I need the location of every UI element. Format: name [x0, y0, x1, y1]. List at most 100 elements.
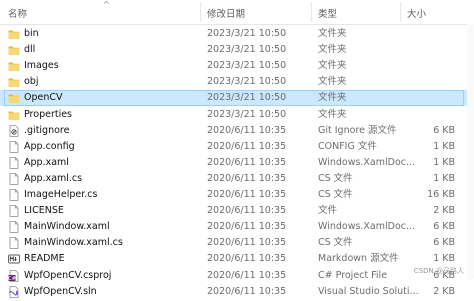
column-header-name[interactable]: 名称 — [8, 6, 27, 20]
document-file-icon — [8, 172, 20, 185]
file-row[interactable]: bin 2023/3/21 10:50 文件夹 — [0, 26, 474, 42]
file-row[interactable]: LICENSE 2020/6/11 10:35 文件 2 KB — [0, 203, 474, 219]
column-divider[interactable] — [311, 2, 312, 22]
file-name: App.config — [24, 140, 75, 152]
gitignore-file-icon — [8, 124, 20, 137]
file-type: 文件夹 — [318, 76, 347, 88]
file-type: 文件夹 — [318, 92, 347, 104]
document-file-icon — [8, 140, 20, 153]
folder-icon — [8, 92, 20, 104]
modified-date: 2023/3/21 10:50 — [207, 92, 287, 104]
column-header-type[interactable]: 类型 — [318, 6, 337, 20]
document-file-icon — [8, 221, 20, 234]
file-name: obj — [24, 76, 39, 88]
csproj-file-icon: C# — [8, 269, 20, 282]
file-size: 2 KB — [433, 205, 455, 217]
file-type: 文件夹 — [318, 60, 347, 72]
file-type: Windows.XamlDoc... — [318, 221, 416, 233]
file-row[interactable]: OpenCV 2023/3/21 10:50 文件夹 — [0, 90, 474, 107]
modified-date: 2020/6/11 10:35 — [207, 172, 287, 184]
file-name: bin — [24, 28, 39, 39]
markdown-file-icon — [8, 253, 20, 265]
file-row[interactable]: App.xaml 2020/6/11 10:35 Windows.XamlDoc..… — [0, 155, 474, 171]
file-row[interactable]: WpfOpenCV.sln 2020/6/11 10:35 Visual Studi… — [0, 284, 474, 300]
file-type: Visual Studio Soluti... — [318, 285, 419, 297]
file-row[interactable]: ImageHelper.cs 2020/6/11 10:35 CS 文件 16 KB — [0, 187, 474, 203]
folder-icon — [8, 76, 20, 88]
file-size: 1 KB — [433, 253, 455, 265]
modified-date: 2020/6/11 10:35 — [207, 205, 287, 217]
file-name: WpfOpenCV.csproj — [24, 269, 112, 281]
file-type: CS 文件 — [318, 237, 353, 249]
file-name: OpenCV — [24, 92, 63, 104]
folder-icon — [8, 60, 20, 72]
file-name: App.xaml — [24, 156, 69, 168]
file-row[interactable]: dll 2023/3/21 10:50 文件夹 — [0, 42, 474, 58]
file-name: .gitignore — [24, 124, 70, 136]
modified-date: 2020/6/11 10:35 — [207, 237, 287, 249]
file-size: 2 KB — [433, 285, 455, 297]
modified-date: 2020/6/11 10:35 — [207, 269, 287, 281]
column-header-size[interactable]: 大小 — [407, 6, 426, 20]
file-name: Properties — [24, 108, 73, 120]
modified-date: 2020/6/11 10:35 — [207, 285, 287, 297]
file-size: 6 KB — [433, 237, 455, 249]
file-size: 6 KB — [433, 221, 455, 233]
file-type: Git Ignore 源文件 — [318, 124, 397, 136]
file-name: LICENSE — [24, 205, 64, 217]
file-row[interactable]: App.config 2020/6/11 10:35 CONFIG 文件 1 KB — [0, 139, 474, 155]
file-size: 6 KB — [433, 124, 455, 136]
column-header-date[interactable]: 修改日期 — [207, 6, 245, 20]
file-size: 1 KB — [433, 156, 455, 168]
modified-date: 2023/3/21 10:50 — [207, 108, 287, 120]
file-row[interactable]: README 2020/6/11 10:35 Markdown 源文件 1 KB — [0, 251, 474, 267]
file-row[interactable]: Properties 2023/3/21 10:50 文件夹 — [0, 107, 474, 123]
file-type: CS 文件 — [318, 172, 353, 184]
modified-date: 2020/6/11 10:35 — [207, 140, 287, 152]
column-divider[interactable] — [200, 2, 201, 22]
file-row[interactable]: Images 2023/3/21 10:50 文件夹 — [0, 58, 474, 74]
file-type: CONFIG 文件 — [318, 140, 377, 152]
file-size: 1 KB — [433, 172, 455, 184]
column-divider[interactable] — [400, 2, 401, 22]
modified-date: 2023/3/21 10:50 — [207, 28, 287, 39]
file-row[interactable]: MainWindow.xaml 2020/6/11 10:35 Windows.Xa… — [0, 219, 474, 235]
folder-icon — [8, 28, 20, 40]
file-name: WpfOpenCV.sln — [24, 285, 97, 297]
file-row[interactable]: MainWindow.xaml.cs 2020/6/11 10:35 CS 文件 6 … — [0, 235, 474, 251]
file-type: 文件夹 — [318, 28, 347, 39]
file-row[interactable]: App.xaml.cs 2020/6/11 10:35 CS 文件 1 KB — [0, 171, 474, 187]
file-name: README — [24, 253, 65, 265]
folder-icon — [8, 109, 20, 121]
file-name: dll — [24, 44, 36, 56]
sort-ascending-icon: ^ — [103, 0, 110, 9]
file-type: Windows.XamlDoc... — [318, 156, 416, 168]
modified-date: 2023/3/21 10:50 — [207, 76, 287, 88]
file-type: Markdown 源文件 — [318, 253, 399, 265]
file-name: Images — [24, 60, 59, 72]
vertical-scrollbar[interactable] — [467, 24, 474, 279]
folder-icon — [8, 44, 20, 56]
modified-date: 2020/6/11 10:35 — [207, 189, 287, 200]
file-row[interactable]: obj 2023/3/21 10:50 文件夹 — [0, 74, 474, 90]
modified-date: 2020/6/11 10:35 — [207, 156, 287, 168]
file-type: C# Project File — [318, 269, 388, 281]
modified-date: 2020/6/11 10:35 — [207, 124, 287, 136]
file-name: ImageHelper.cs — [24, 189, 98, 200]
file-size: 1 KB — [433, 140, 455, 152]
file-type: 文件夹 — [318, 108, 347, 120]
file-name: App.xaml.cs — [24, 172, 83, 184]
file-type: 文件夹 — [318, 44, 347, 56]
modified-date: 2023/3/21 10:50 — [207, 44, 287, 56]
file-row[interactable]: .gitignore 2020/6/11 10:35 Git Ignore 源文件 6… — [0, 123, 474, 139]
document-file-icon — [8, 237, 20, 250]
modified-date: 2023/3/21 10:50 — [207, 60, 287, 72]
document-file-icon — [8, 156, 20, 169]
file-type: CS 文件 — [318, 189, 353, 200]
watermark: CSDN @马路人 — [413, 267, 464, 275]
sln-file-icon — [8, 285, 20, 298]
file-row[interactable]: C# WpfOpenCV.csproj 2020/6/11 10:35 C# Proj… — [0, 268, 474, 284]
file-type: 文件 — [318, 205, 338, 217]
file-name: MainWindow.xaml — [24, 221, 110, 233]
document-file-icon — [8, 205, 20, 217]
